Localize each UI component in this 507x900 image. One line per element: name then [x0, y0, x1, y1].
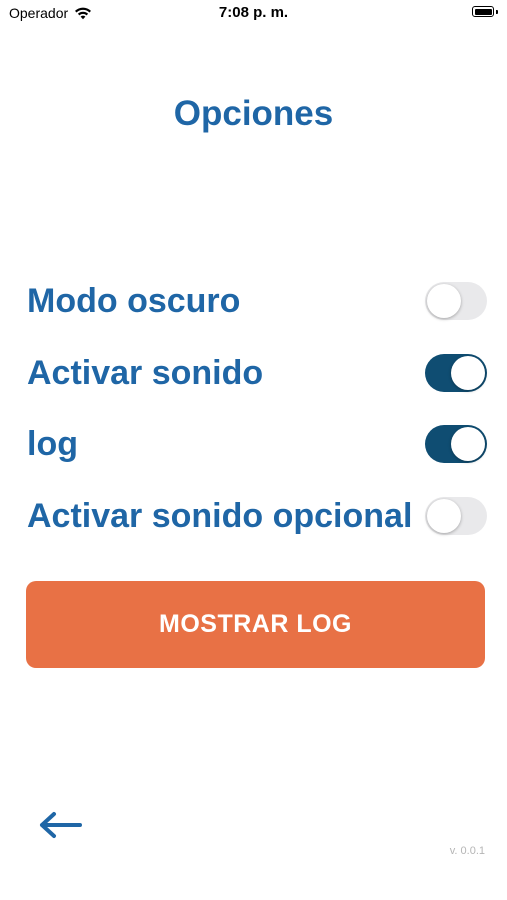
show-log-button[interactable]: MOSTRAR LOG: [26, 581, 485, 668]
option-label: log: [27, 425, 78, 463]
back-arrow-icon[interactable]: [38, 808, 84, 842]
toggle-knob: [451, 427, 485, 461]
page-title: Opciones: [173, 94, 334, 133]
toggle-knob: [427, 284, 461, 318]
option-dark-mode: Modo oscuro: [27, 279, 487, 323]
toggle-knob: [427, 499, 461, 533]
status-time: 7:08 p. m.: [218, 4, 289, 21]
battery-icon: [472, 6, 498, 18]
option-log: log: [27, 422, 487, 466]
option-sound: Activar sonido: [27, 351, 487, 395]
option-label: Activar sonido: [27, 354, 264, 392]
dark-mode-toggle[interactable]: [425, 282, 487, 320]
option-label: Activar sonido opcional: [27, 497, 413, 535]
optional-sound-toggle[interactable]: [425, 497, 487, 535]
toggle-knob: [451, 356, 485, 390]
option-optional-sound: Activar sonido opcional: [27, 494, 487, 538]
option-label: Modo oscuro: [27, 282, 241, 320]
version-label: v. 0.0.1: [449, 845, 485, 857]
status-bar: Operador 7:08 p. m.: [0, 0, 507, 30]
log-toggle[interactable]: [425, 425, 487, 463]
sound-toggle[interactable]: [425, 354, 487, 392]
